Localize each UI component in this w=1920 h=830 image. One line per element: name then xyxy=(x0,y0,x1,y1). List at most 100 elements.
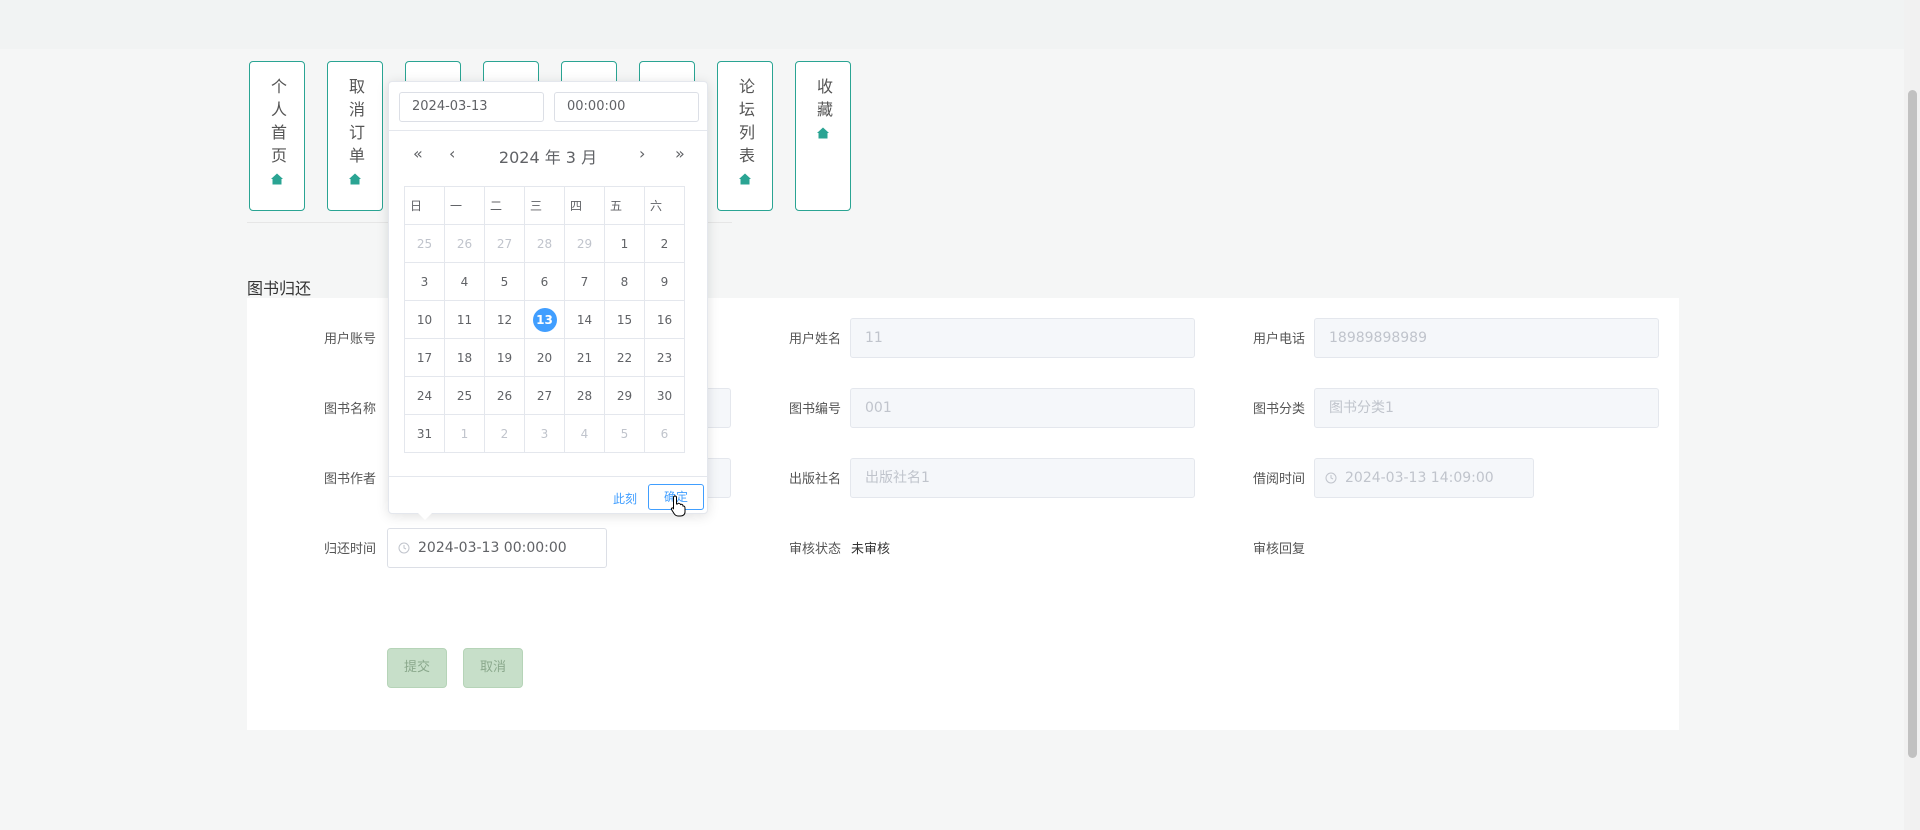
calendar-day[interactable]: 16 xyxy=(644,300,685,339)
calendar-day[interactable]: 3 xyxy=(524,414,565,453)
nav-card-favorites[interactable]: 收藏 xyxy=(795,61,851,211)
next-year-icon[interactable]: » xyxy=(675,144,685,163)
scrollbar-thumb[interactable] xyxy=(1908,90,1917,758)
book-category-label: 图书分类 xyxy=(1252,402,1305,417)
calendar-day[interactable]: 5 xyxy=(484,262,525,301)
calendar-day[interactable]: 26 xyxy=(444,224,485,263)
home-icon xyxy=(271,173,283,185)
home-icon xyxy=(349,173,361,185)
clock-icon xyxy=(1325,472,1337,484)
scrollbar[interactable] xyxy=(1904,0,1920,830)
picker-date-input[interactable]: 2024-03-13 xyxy=(399,92,544,122)
calendar-day[interactable]: 3 xyxy=(404,262,445,301)
nav-card-cancel-order[interactable]: 取消订单 xyxy=(327,61,383,211)
calendar-day[interactable]: 6 xyxy=(644,414,685,453)
calendar-day[interactable]: 12 xyxy=(484,300,525,339)
calendar-day[interactable]: 15 xyxy=(604,300,645,339)
calendar-day[interactable]: 5 xyxy=(604,414,645,453)
review-reply-label: 审核回复 xyxy=(1252,542,1305,557)
selected-day-badge: 13 xyxy=(532,307,557,332)
calendar-day[interactable]: 8 xyxy=(604,262,645,301)
calendar-day[interactable]: 7 xyxy=(564,262,605,301)
hand-cursor-icon xyxy=(670,495,686,517)
publisher-field[interactable]: 出版社名1 xyxy=(850,458,1195,498)
return-time-field[interactable]: 2024-03-13 00:00:00 xyxy=(387,528,607,568)
book-category-field[interactable]: 图书分类1 xyxy=(1314,388,1659,428)
home-icon xyxy=(739,173,751,185)
weekday-header: 日 xyxy=(404,186,445,225)
book-author-label: 图书作者 xyxy=(323,472,376,487)
user-phone-label: 用户电话 xyxy=(1252,332,1305,347)
user-account-label: 用户账号 xyxy=(323,332,376,347)
calendar-day-selected[interactable]: 13 xyxy=(524,300,565,339)
calendar-day[interactable]: 21 xyxy=(564,338,605,377)
calendar-day[interactable]: 6 xyxy=(524,262,565,301)
picker-footer-divider xyxy=(389,476,707,477)
weekday-header: 一 xyxy=(444,186,485,225)
review-status-value: 未审核 xyxy=(851,542,891,557)
nav-card-forum[interactable]: 论坛列表 xyxy=(717,61,773,211)
book-name-label: 图书名称 xyxy=(323,402,376,417)
calendar-day[interactable]: 20 xyxy=(524,338,565,377)
calendar-day[interactable]: 4 xyxy=(444,262,485,301)
calendar-day[interactable]: 28 xyxy=(524,224,565,263)
cancel-button[interactable]: 取消 xyxy=(463,648,523,688)
calendar-day[interactable]: 22 xyxy=(604,338,645,377)
nav-card-label: 个人首页 xyxy=(268,78,287,170)
calendar-day[interactable]: 9 xyxy=(644,262,685,301)
book-no-field[interactable]: 001 xyxy=(850,388,1195,428)
borrow-time-value: 2024-03-13 14:09:00 xyxy=(1345,470,1494,486)
weekday-header: 六 xyxy=(644,186,685,225)
calendar-day[interactable]: 2 xyxy=(484,414,525,453)
picker-time-input[interactable]: 00:00:00 xyxy=(554,92,699,122)
return-time-label: 归还时间 xyxy=(323,542,376,557)
clock-icon xyxy=(398,542,410,554)
calendar-day[interactable]: 29 xyxy=(604,376,645,415)
user-name-field[interactable]: 11 xyxy=(850,318,1195,358)
calendar-day[interactable]: 26 xyxy=(484,376,525,415)
publisher-label: 出版社名 xyxy=(788,472,841,487)
calendar-day[interactable]: 4 xyxy=(564,414,605,453)
user-phone-field[interactable]: 18989898989 xyxy=(1314,318,1659,358)
calendar-day[interactable]: 24 xyxy=(404,376,445,415)
weekday-header: 三 xyxy=(524,186,565,225)
calendar-day[interactable]: 23 xyxy=(644,338,685,377)
next-month-icon[interactable]: › xyxy=(639,144,645,163)
weekday-header: 五 xyxy=(604,186,645,225)
calendar-day[interactable]: 1 xyxy=(604,224,645,263)
calendar-day[interactable]: 11 xyxy=(444,300,485,339)
calendar-day[interactable]: 27 xyxy=(524,376,565,415)
calendar-day[interactable]: 28 xyxy=(564,376,605,415)
home-icon xyxy=(817,127,829,139)
calendar-day[interactable]: 2 xyxy=(644,224,685,263)
calendar-day[interactable]: 1 xyxy=(444,414,485,453)
calendar-day[interactable]: 27 xyxy=(484,224,525,263)
nav-card-label: 论坛列表 xyxy=(736,78,755,170)
datetime-picker: 2024-03-13 00:00:00 « ‹ 2024 年 3 月 › » 日… xyxy=(388,81,708,514)
calendar-day[interactable]: 10 xyxy=(404,300,445,339)
calendar-day[interactable]: 18 xyxy=(444,338,485,377)
calendar-grid: 日 一 二 三 四 五 六 25 26 27 28 29 1 2 3 4 5 6… xyxy=(404,186,685,453)
calendar-day[interactable]: 19 xyxy=(484,338,525,377)
user-name-label: 用户姓名 xyxy=(788,332,841,347)
return-time-value: 2024-03-13 00:00:00 xyxy=(418,540,567,556)
calendar-day[interactable]: 25 xyxy=(444,376,485,415)
calendar-day[interactable]: 29 xyxy=(564,224,605,263)
submit-button[interactable]: 提交 xyxy=(387,648,447,688)
top-bar xyxy=(0,0,1920,49)
book-no-label: 图书编号 xyxy=(788,402,841,417)
nav-card-label: 取消订单 xyxy=(346,78,365,170)
nav-card-home[interactable]: 个人首页 xyxy=(249,61,305,211)
borrow-time-field[interactable]: 2024-03-13 14:09:00 xyxy=(1314,458,1534,498)
picker-separator xyxy=(389,130,707,131)
picker-arrow xyxy=(418,513,432,520)
calendar-day[interactable]: 17 xyxy=(404,338,445,377)
review-status-label: 审核状态 xyxy=(788,542,841,557)
nav-card-label: 收藏 xyxy=(814,78,833,124)
calendar-day[interactable]: 14 xyxy=(564,300,605,339)
calendar-day[interactable]: 30 xyxy=(644,376,685,415)
borrow-time-label: 借阅时间 xyxy=(1252,472,1305,487)
calendar-day[interactable]: 25 xyxy=(404,224,445,263)
calendar-day[interactable]: 31 xyxy=(404,414,445,453)
picker-now-button[interactable]: 此刻 xyxy=(613,490,637,507)
